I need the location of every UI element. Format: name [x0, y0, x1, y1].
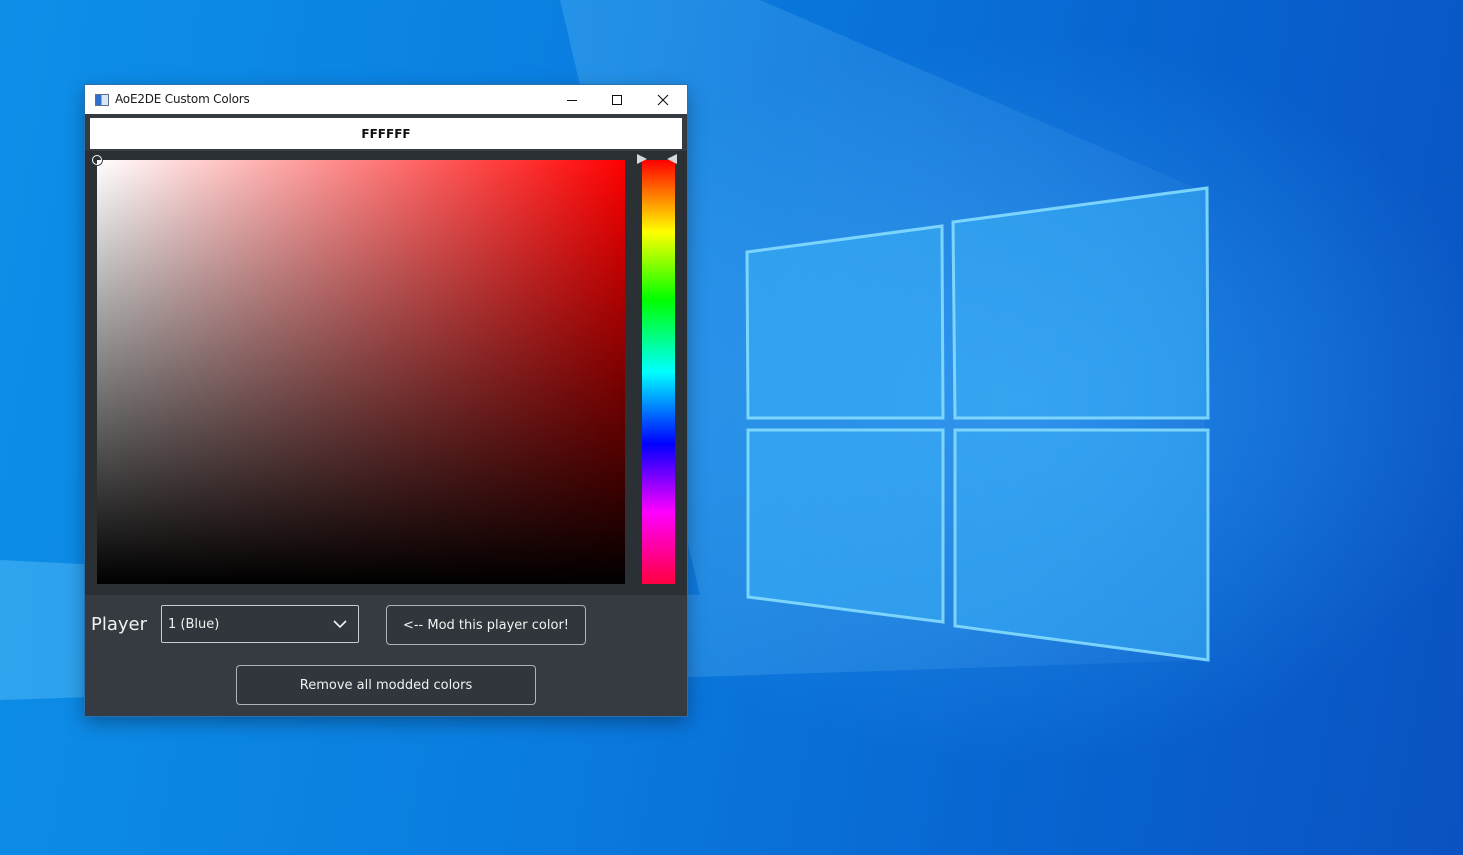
- window-title: AoE2DE Custom Colors: [115, 92, 250, 106]
- app-window-icon: [95, 94, 109, 106]
- hue-slider[interactable]: [642, 160, 675, 584]
- close-icon: [657, 94, 668, 105]
- remove-modded-colors-button[interactable]: Remove all modded colors: [236, 665, 536, 705]
- color-picker-area: [85, 151, 687, 595]
- maximize-icon: [611, 94, 622, 105]
- player-select[interactable]: 1 (Blue): [161, 605, 359, 643]
- color-picker-window: AoE2DE Custom Colors FFFFFF Player 1 (Bl…: [85, 85, 687, 716]
- player-select-value: 1 (Blue): [168, 617, 220, 632]
- mod-player-color-button[interactable]: <-- Mod this player color!: [386, 605, 586, 645]
- hue-slider-arrow-right-icon[interactable]: [667, 154, 677, 164]
- minimize-icon: [566, 99, 577, 101]
- maximize-button[interactable]: [594, 85, 639, 114]
- hue-slider-arrow-left-icon[interactable]: [637, 154, 647, 164]
- chevron-down-icon: [333, 620, 347, 629]
- minimize-button[interactable]: [549, 85, 594, 114]
- color-cursor-handle[interactable]: [92, 155, 102, 165]
- saturation-value-square[interactable]: [97, 160, 625, 584]
- player-label: Player: [91, 614, 148, 635]
- close-button[interactable]: [640, 85, 685, 114]
- window-titlebar[interactable]: AoE2DE Custom Colors: [85, 85, 687, 114]
- hex-value-display[interactable]: FFFFFF: [90, 118, 682, 149]
